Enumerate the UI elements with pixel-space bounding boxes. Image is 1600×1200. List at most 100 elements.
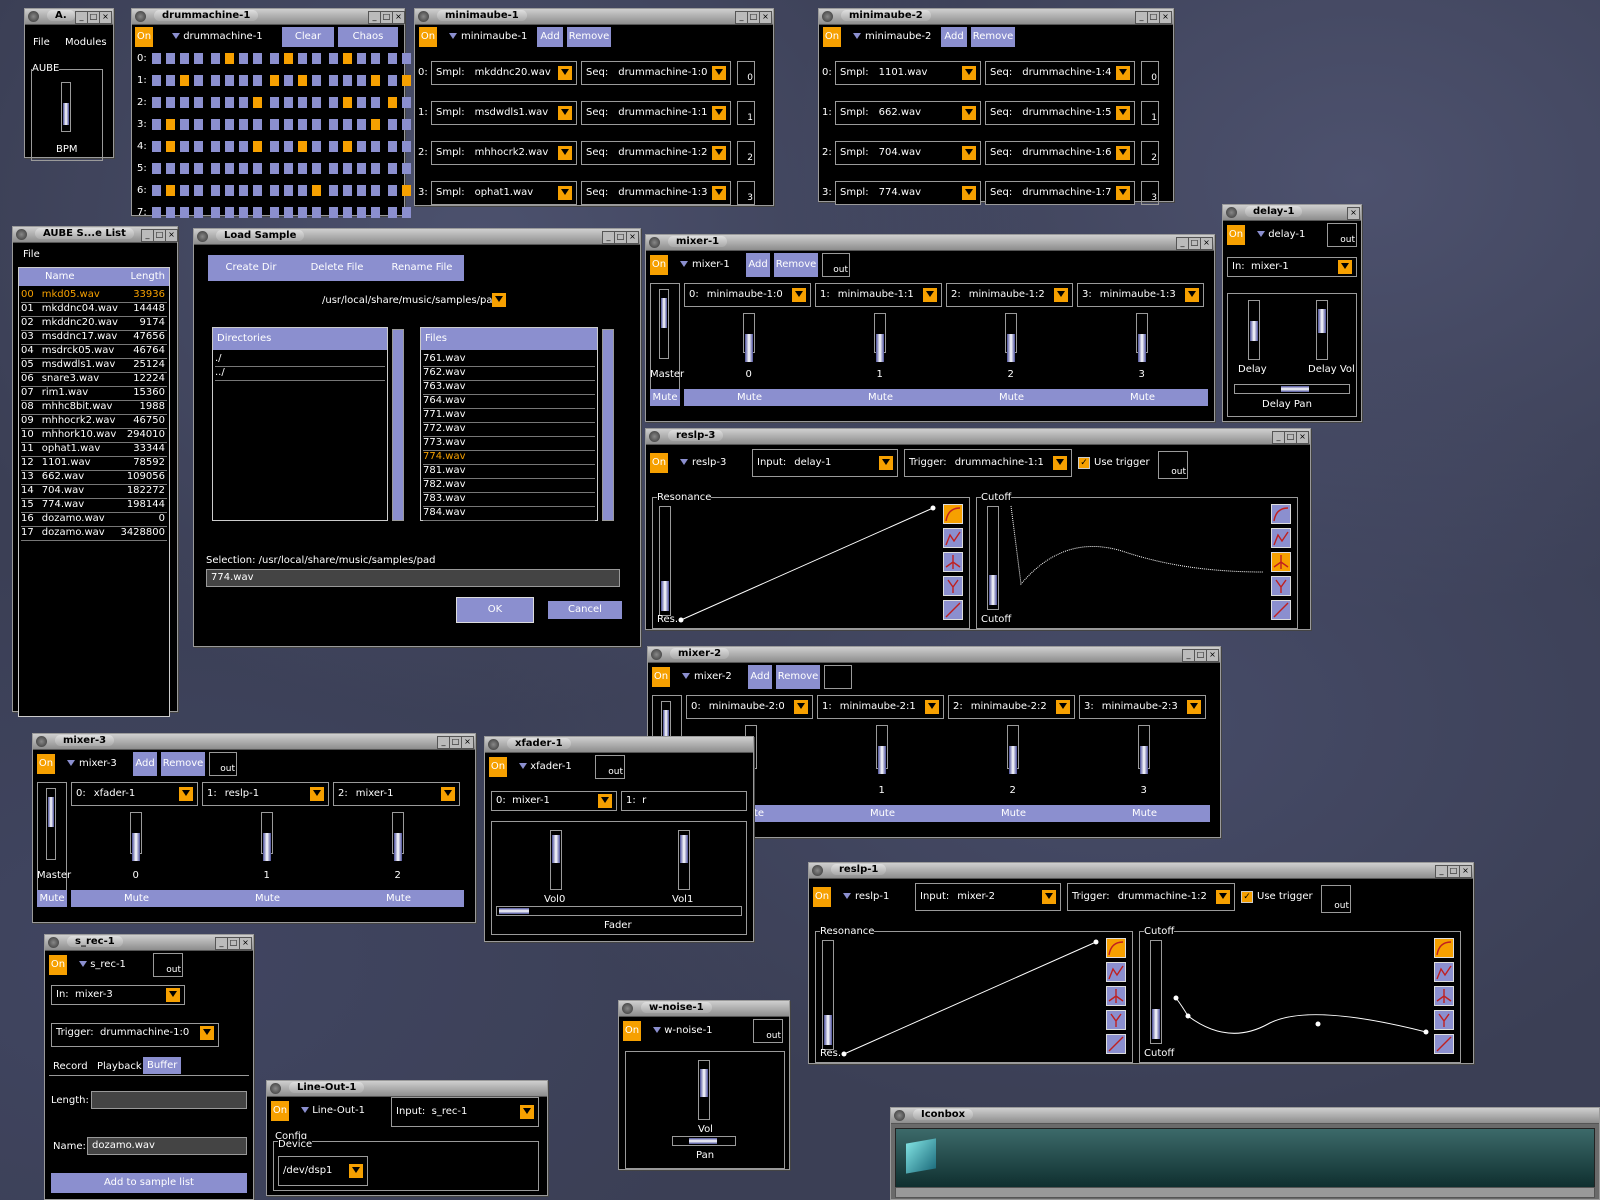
curve-linear-icon[interactable]: [1271, 600, 1291, 620]
menu-file[interactable]: File: [33, 37, 50, 48]
step-cell[interactable]: [270, 97, 279, 108]
step-cell[interactable]: [180, 97, 189, 108]
load-sample-titlebar[interactable]: Load Sample _ □ ×: [194, 229, 640, 245]
step-cell[interactable]: [388, 163, 397, 174]
on-button[interactable]: On: [823, 27, 841, 47]
tab-record[interactable]: Record: [53, 1061, 88, 1072]
add-to-sample-list-button[interactable]: Add to sample list: [51, 1173, 247, 1193]
sample-dropdown[interactable]: Smpl: ophat1.wav: [431, 181, 577, 205]
use-trigger-checkbox[interactable]: ✓: [1241, 891, 1253, 903]
sample-row[interactable]: 14 704.wav 182272: [21, 484, 167, 499]
add-button[interactable]: Add: [748, 665, 772, 689]
window-menu-icon[interactable]: [894, 1110, 905, 1121]
channel-mute-button[interactable]: Mute: [333, 890, 464, 907]
cutoff-slider[interactable]: [1150, 940, 1162, 1044]
module-name-menu[interactable]: reslp-3: [680, 457, 726, 468]
delay-pan-slider[interactable]: [1234, 384, 1350, 394]
tab-playback[interactable]: Playback: [97, 1061, 142, 1072]
step-cell[interactable]: [357, 97, 366, 108]
step-cell[interactable]: [225, 185, 234, 196]
sequence-dropdown[interactable]: Seq: drummachine-1:4: [985, 61, 1135, 85]
module-name-menu[interactable]: mixer-1: [680, 259, 730, 270]
cutoff-envelope-graph[interactable]: [1168, 936, 1430, 1058]
vol1-slider[interactable]: [678, 830, 690, 890]
s-rec-1-titlebar[interactable]: s_rec-1 _ □ ×: [45, 935, 253, 951]
drummachine-titlebar[interactable]: drummachine-1 _ □ ×: [132, 9, 405, 25]
step-cell[interactable]: [402, 97, 411, 108]
window-menu-icon[interactable]: [135, 11, 146, 22]
channel-mute-button[interactable]: Mute: [1079, 805, 1210, 822]
step-cell[interactable]: [402, 207, 411, 218]
channel-mute-button[interactable]: Mute: [684, 389, 815, 406]
curve-gamma-icon[interactable]: [1271, 576, 1291, 596]
module-name-menu[interactable]: mixer-3: [67, 758, 117, 769]
step-cell[interactable]: [312, 75, 321, 86]
on-button[interactable]: On: [489, 757, 507, 777]
curve-zigzag-icon[interactable]: [943, 528, 963, 548]
add-button[interactable]: Add: [133, 752, 157, 776]
step-cell[interactable]: [343, 163, 352, 174]
step-cell[interactable]: [194, 207, 203, 218]
on-button[interactable]: On: [623, 1021, 641, 1041]
window-menu-icon[interactable]: [822, 11, 833, 22]
step-cell[interactable]: [388, 141, 397, 152]
sequence-dropdown[interactable]: Seq: drummachine-1:3: [581, 181, 731, 205]
curve-zigzag-icon[interactable]: [1106, 962, 1126, 982]
step-cell[interactable]: [388, 185, 397, 196]
trigger-dropdown[interactable]: Trigger: drummachine-1:2: [1067, 883, 1235, 911]
channel-dropdown[interactable]: 0: xfader-1: [71, 782, 198, 806]
step-cell[interactable]: [284, 97, 293, 108]
sample-row[interactable]: 15 774.wav 198144: [21, 498, 167, 513]
sample-list-titlebar[interactable]: AUBE S...e List _ □ ×: [13, 227, 178, 243]
sample-row[interactable]: 05 msdwdls1.wav 25124: [21, 358, 167, 373]
step-cell[interactable]: [152, 163, 161, 174]
minimized-window-icon[interactable]: [906, 1138, 936, 1174]
step-cell[interactable]: [152, 97, 161, 108]
menu-modules[interactable]: Modules: [65, 37, 107, 48]
step-cell[interactable]: [312, 163, 321, 174]
file-item[interactable]: 761.wav: [423, 352, 595, 367]
window-menu-icon[interactable]: [488, 739, 499, 750]
chaos-button[interactable]: Chaos: [338, 27, 398, 47]
step-cell[interactable]: [194, 53, 203, 64]
step-cell[interactable]: [211, 163, 220, 174]
tab-buffer[interactable]: Buffer: [143, 1057, 182, 1074]
input-dropdown[interactable]: Input: delay-1: [752, 449, 898, 477]
step-cell[interactable]: [388, 119, 397, 130]
window-menu-icon[interactable]: [812, 865, 823, 876]
step-cell[interactable]: [180, 75, 189, 86]
channel-slider[interactable]: [391, 812, 404, 861]
sample-row[interactable]: 03 msddnc17.wav 47656: [21, 330, 167, 345]
ok-button[interactable]: OK: [456, 597, 534, 623]
module-name-menu[interactable]: w-noise-1: [653, 1025, 713, 1036]
step-cell[interactable]: [371, 163, 380, 174]
files-scrollbar[interactable]: [602, 329, 614, 521]
column-length-header[interactable]: Length: [131, 271, 166, 282]
step-cell[interactable]: [270, 207, 279, 218]
delay-slider[interactable]: [1248, 300, 1260, 360]
sequence-dropdown[interactable]: Seq: drummachine-1:0: [581, 61, 731, 85]
file-item[interactable]: 764.wav: [423, 394, 595, 409]
device-dropdown[interactable]: /dev/dsp1: [278, 1156, 368, 1186]
step-cell[interactable]: [284, 119, 293, 130]
remove-button[interactable]: Remove: [971, 27, 1015, 47]
step-cell[interactable]: [239, 53, 248, 64]
step-cell[interactable]: [402, 185, 411, 196]
name-field[interactable]: dozamo.wav: [87, 1137, 247, 1155]
step-cell[interactable]: [211, 97, 220, 108]
step-cell[interactable]: [211, 141, 220, 152]
step-cell[interactable]: [239, 75, 248, 86]
step-cell[interactable]: [166, 163, 175, 174]
sample-dropdown[interactable]: Smpl: 662.wav: [835, 101, 981, 125]
step-cell[interactable]: [239, 207, 248, 218]
step-cell[interactable]: [402, 53, 411, 64]
create-dir-button[interactable]: Create Dir: [208, 255, 294, 281]
channel-slider[interactable]: [742, 313, 755, 362]
sample-row[interactable]: 11 ophat1.wav 33344: [21, 442, 167, 457]
module-name-menu[interactable]: Line-Out-1: [301, 1105, 365, 1116]
step-cell[interactable]: [284, 141, 293, 152]
step-cell[interactable]: [253, 163, 262, 174]
step-cell[interactable]: [166, 53, 175, 64]
step-cell[interactable]: [166, 75, 175, 86]
step-cell[interactable]: [284, 53, 293, 64]
